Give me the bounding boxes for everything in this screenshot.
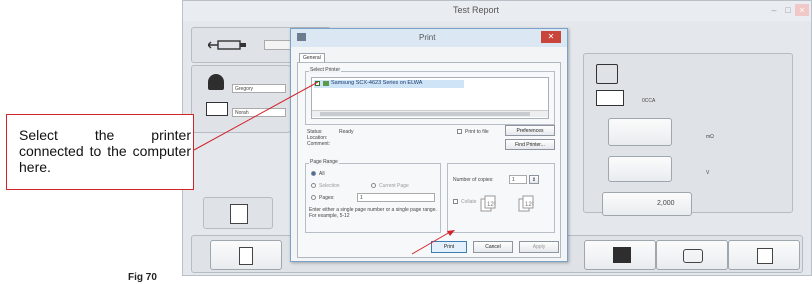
print-arrow-line [411, 231, 451, 255]
annotation-arrows [193, 81, 455, 255]
print-arrow-head [447, 230, 455, 236]
callout-connector-line [193, 81, 319, 151]
figure-label: Fig 70 [128, 272, 157, 283]
